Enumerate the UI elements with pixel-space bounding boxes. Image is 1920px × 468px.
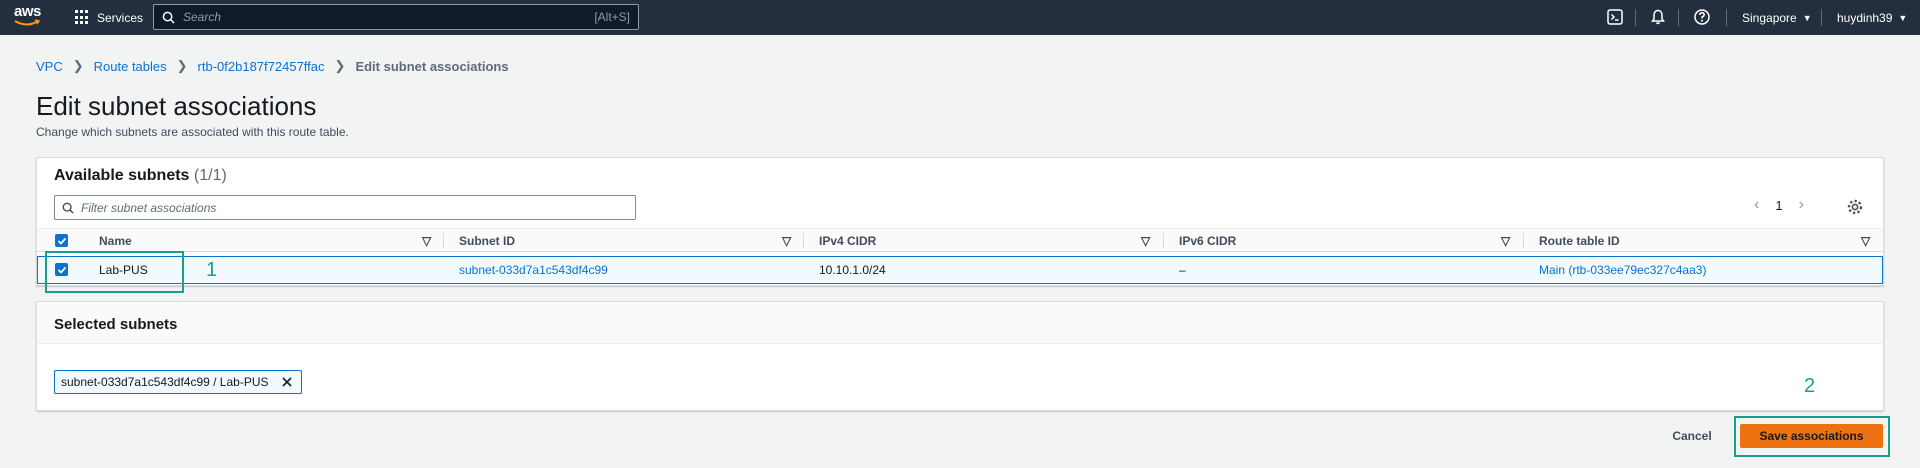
cell-subnet-id-link[interactable]: subnet-033d7a1c543df4c99 [459, 257, 608, 283]
available-subnets-count: (1/1) [193, 167, 227, 184]
account-label: huydinh39 [1837, 10, 1893, 25]
search-icon [162, 11, 175, 24]
aws-logo[interactable]: aws [14, 3, 44, 29]
breadcrumb-route-tables[interactable]: Route tables [94, 59, 167, 74]
available-subnets-heading: Available subnets [54, 167, 190, 184]
services-menu[interactable]: Services [75, 0, 143, 35]
breadcrumb-vpc[interactable]: VPC [36, 59, 63, 74]
chevron-right-icon: ❯ [334, 58, 346, 73]
pagination: ‹ 1 › [1754, 196, 1804, 214]
column-route-table-label: Route table ID [1539, 233, 1620, 248]
chevron-right-icon: ❯ [176, 58, 188, 73]
region-selector[interactable]: Singapore ▼ [1742, 0, 1812, 35]
cell-ipv4: 10.10.1.0/24 [819, 263, 886, 277]
search-placeholder: Search [183, 10, 222, 24]
cell-ipv6: – [1179, 263, 1186, 277]
account-menu[interactable]: huydinh39 ▼ [1837, 0, 1907, 35]
page-title: Edit subnet associations [36, 91, 317, 121]
sort-caret-icon[interactable]: ▽ [1501, 229, 1510, 252]
selected-subnets-title: Selected subnets [54, 316, 178, 333]
selected-subnets-panel: Selected subnets subnet-033d7a1c543df4c9… [36, 301, 1884, 411]
caret-down-icon: ▼ [1802, 12, 1812, 23]
top-navigation: aws Services Search [Alt+S] Singapore ▼ … [0, 0, 1920, 35]
chevron-left-icon[interactable]: ‹ [1754, 196, 1759, 214]
annotation-box-1 [45, 251, 184, 293]
sort-caret-icon[interactable]: ▽ [1861, 229, 1870, 252]
available-subnets-panel: Available subnets (1/1) Filter subnet as… [36, 157, 1884, 286]
selected-subnet-token-label: subnet-033d7a1c543df4c99 / Lab-PUS [61, 375, 269, 389]
aws-smile-icon [14, 19, 40, 26]
selected-subnets-header: Selected subnets [37, 302, 1883, 344]
filter-placeholder: Filter subnet associations [81, 200, 217, 215]
gear-icon[interactable] [1846, 198, 1864, 216]
column-subnet-id-label: Subnet ID [459, 233, 515, 248]
caret-down-icon: ▼ [1898, 12, 1908, 23]
bell-icon[interactable] [1649, 8, 1667, 26]
annotation-number-1: 1 [206, 259, 218, 281]
region-label: Singapore [1742, 10, 1797, 25]
chevron-right-icon[interactable]: › [1799, 196, 1804, 214]
column-header-name[interactable]: Name [99, 229, 132, 252]
global-search-input[interactable]: Search [Alt+S] [153, 4, 639, 30]
annotation-box-2 [1734, 416, 1890, 457]
cell-route-table-link[interactable]: Main (rtb-033ee79ec327c4aa3) [1539, 257, 1706, 283]
services-label: Services [97, 10, 144, 25]
annotation-number-2: 2 [1804, 375, 1816, 397]
close-icon[interactable] [281, 376, 293, 388]
search-shortcut: [Alt+S] [594, 10, 630, 24]
cloudshell-icon[interactable] [1606, 8, 1624, 26]
help-icon[interactable] [1693, 8, 1711, 26]
table-header: Name ▽ Subnet ID ▽ IPv4 CIDR ▽ IPv6 CIDR… [37, 228, 1883, 252]
sort-caret-icon[interactable]: ▽ [1141, 229, 1150, 252]
breadcrumb-current: Edit subnet associations [355, 58, 509, 74]
selected-subnet-token: subnet-033d7a1c543df4c99 / Lab-PUS [54, 370, 302, 394]
column-name-label: Name [99, 233, 132, 248]
filter-subnet-input[interactable]: Filter subnet associations [54, 195, 636, 220]
column-header-ipv4[interactable]: IPv4 CIDR [819, 229, 876, 252]
page-number[interactable]: 1 [1775, 198, 1782, 213]
search-icon [62, 202, 74, 214]
breadcrumb-route-table-id[interactable]: rtb-0f2b187f72457ffac [198, 59, 325, 74]
column-ipv6-label: IPv6 CIDR [1179, 233, 1237, 248]
page-description: Change which subnets are associated with… [36, 125, 349, 139]
table-row[interactable]: Lab-PUS subnet-033d7a1c543df4c99 10.10.1… [37, 256, 1883, 284]
column-ipv4-label: IPv4 CIDR [819, 233, 877, 248]
column-header-subnet-id[interactable]: Subnet ID [459, 229, 515, 252]
sort-caret-icon[interactable]: ▽ [422, 229, 431, 252]
available-subnets-title: Available subnets (1/1) [54, 167, 227, 185]
aws-logo-text: aws [14, 3, 41, 20]
select-all-checkbox[interactable] [55, 234, 68, 247]
cancel-button[interactable]: Cancel [1660, 424, 1724, 448]
column-header-route-table[interactable]: Route table ID [1539, 229, 1620, 252]
grid-icon [75, 10, 90, 25]
sort-caret-icon[interactable]: ▽ [782, 229, 791, 252]
chevron-right-icon: ❯ [72, 58, 84, 73]
column-header-ipv6[interactable]: IPv6 CIDR [1179, 229, 1236, 252]
breadcrumb: VPC ❯ Route tables ❯ rtb-0f2b187f72457ff… [36, 58, 509, 74]
